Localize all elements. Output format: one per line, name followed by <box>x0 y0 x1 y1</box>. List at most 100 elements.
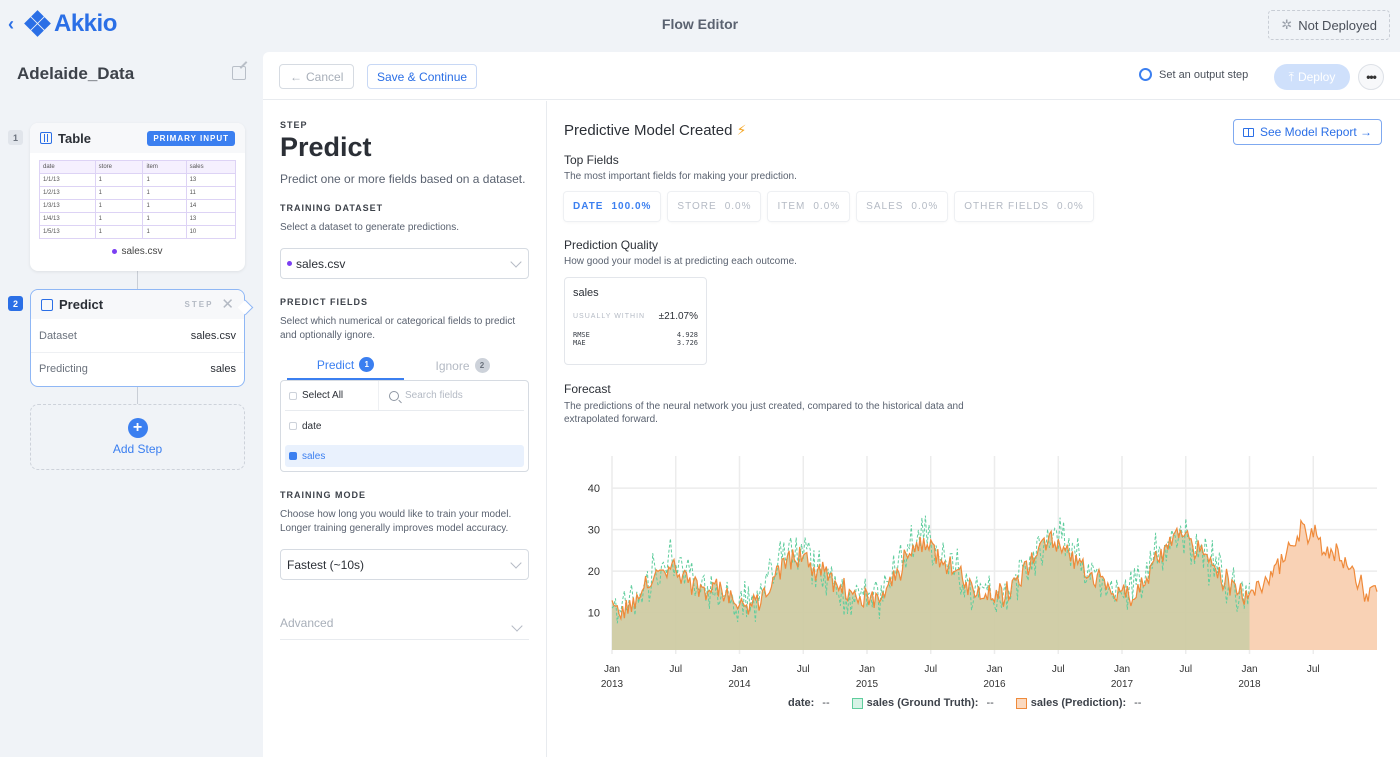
dataset-dot-icon <box>287 261 292 266</box>
legend-prediction[interactable]: sales (Prediction): -- <box>1015 697 1142 709</box>
x-tick-year: 2015 <box>856 679 879 690</box>
table-row: 1/1/13 1 1 13 <box>39 173 237 187</box>
top-fields-heading: Top Fields <box>564 153 619 167</box>
chip-field-value: 0.0% <box>724 201 752 212</box>
table-icon <box>40 132 52 144</box>
training-dataset-hint: Select a dataset to generate predictions… <box>280 222 460 233</box>
close-icon[interactable]: ✕ <box>221 297 234 312</box>
forecast-area <box>1249 520 1377 650</box>
legend-ground-truth[interactable]: sales (Ground Truth): -- <box>851 697 994 709</box>
forecast-chart[interactable]: 10 20 30 40 Jan 2013 Jul Jan 2014 Jul Jan 2015 Jul Ja… <box>564 446 1394 756</box>
primary-input-badge: PRIMARY INPUT <box>147 130 235 146</box>
chip-field-name: STORE <box>677 201 717 212</box>
table-cell: 1 <box>94 225 144 239</box>
x-tick-label: Jul <box>669 664 682 675</box>
search-icon <box>389 390 399 401</box>
metric-value: 3.726 <box>676 339 698 347</box>
x-tick-year: 2016 <box>983 679 1006 690</box>
legend-value: -- <box>1134 697 1142 709</box>
table-cell: 1/3/13 <box>39 199 96 213</box>
legend-value: -- <box>822 697 830 709</box>
table-row: 1/5/13 1 1 10 <box>39 225 237 239</box>
y-tick-label: 30 <box>588 525 600 537</box>
add-step-button[interactable]: + Add Step <box>30 404 245 470</box>
step-number: 1 <box>8 130 23 145</box>
table-cell: 1 <box>94 212 144 226</box>
field-option-sales[interactable]: sales <box>285 445 524 467</box>
main-panel: ← Cancel Save & Continue Set an output s… <box>263 52 1400 757</box>
x-tick-label: Jul <box>1052 664 1065 675</box>
save-continue-button[interactable]: Save & Continue <box>367 64 478 89</box>
training-dataset-select[interactable]: sales.csv <box>280 248 529 279</box>
checkbox-icon <box>289 391 297 400</box>
radio-ring-icon <box>1139 68 1152 81</box>
chevron-down-icon <box>510 255 522 268</box>
chip-field-name: OTHER FIELDS <box>964 201 1050 212</box>
quality-field-name: sales <box>573 287 599 299</box>
tab-label: Predict <box>316 357 355 372</box>
select-all-label: Select All <box>302 390 344 401</box>
tab-ignore[interactable]: Ignore 2 <box>404 357 521 380</box>
count-badge: 2 <box>474 358 490 373</box>
legend-date: date: -- <box>788 697 830 709</box>
select-all-checkbox[interactable]: Select All <box>285 381 379 410</box>
advanced-toggle[interactable]: Advanced <box>280 616 529 640</box>
table-cell: 13 <box>185 212 237 226</box>
edit-icon[interactable] <box>232 66 246 80</box>
x-tick-label: Jan <box>1114 664 1130 675</box>
step-tag: STEP <box>184 300 214 309</box>
x-tick-label: Jul <box>797 664 810 675</box>
predict-fields-hint: Select which numerical or categorical fi… <box>280 316 516 341</box>
table-cell: 13 <box>185 173 237 187</box>
step-card-predict[interactable]: Predict STEP ✕ Dataset sales.csv Predict… <box>30 289 245 387</box>
legend-label: date: <box>788 697 815 709</box>
table-cell: 1/2/13 <box>39 186 96 200</box>
x-tick-label: Jan <box>1241 664 1257 675</box>
forecast-chart-svg[interactable]: 10 20 30 40 Jan 2013 Jul Jan 2014 Jul Jan 2015 Jul Ja… <box>564 446 1394 696</box>
forecast-heading: Forecast <box>564 382 611 396</box>
cancel-button[interactable]: ← Cancel <box>279 64 355 89</box>
chip-field-name: SALES <box>866 201 904 212</box>
table-cell: 14 <box>185 199 237 213</box>
column-header: store <box>94 160 144 174</box>
selected-training-mode: Fastest (~10s) <box>287 557 365 572</box>
top-field-chip: ITEM 0.0% <box>768 192 850 221</box>
step-heading: Predict <box>280 132 372 162</box>
predict-ignore-tabs: Predict 1 Ignore 2 <box>280 357 529 380</box>
legend-label: sales (Ground Truth): <box>866 697 979 709</box>
selected-dataset: sales.csv <box>296 256 346 271</box>
book-icon <box>1243 127 1254 137</box>
metric-row: RMSE 4.928 <box>573 331 698 339</box>
deploy-button[interactable]: ⤒ Deploy <box>1274 64 1350 90</box>
y-tick-label: 20 <box>588 566 600 578</box>
see-model-report-button[interactable]: See Model Report → <box>1233 119 1383 145</box>
chevron-down-icon <box>511 620 523 632</box>
metric-name: MAE <box>573 339 586 347</box>
search-fields-input[interactable]: Search fields <box>379 381 463 410</box>
x-tick-label: Jan <box>986 664 1002 675</box>
chart-legend: date: -- sales (Ground Truth): -- sales … <box>788 697 1141 709</box>
lightning-icon: ⚡ <box>736 122 747 138</box>
field-value: sales.csv <box>190 329 236 342</box>
legend-swatch-ground-truth <box>851 697 863 709</box>
table-cell: 1 <box>142 173 187 187</box>
project-name: Adelaide_Data <box>17 64 135 83</box>
step-card-table[interactable]: Table PRIMARY INPUT date store item sale… <box>30 123 245 271</box>
table-cell: 1 <box>94 199 144 213</box>
dataset-dot-icon <box>112 248 118 254</box>
set-output-step[interactable]: Set an output step <box>1139 68 1248 81</box>
tab-predict[interactable]: Predict 1 <box>287 357 404 380</box>
training-mode-heading: TRAINING MODE <box>280 490 366 500</box>
x-tick-year: 2013 <box>601 679 624 690</box>
y-tick-label: 10 <box>588 608 600 620</box>
table-cell: 1/4/13 <box>39 212 96 226</box>
x-tick-year: 2014 <box>728 679 751 690</box>
field-option-date[interactable]: date <box>285 411 524 441</box>
training-mode-select[interactable]: Fastest (~10s) <box>280 549 529 580</box>
x-tick-label: Jul <box>924 664 937 675</box>
table-row: 1/3/13 1 1 14 <box>39 199 237 213</box>
more-options-button[interactable]: ••• <box>1358 64 1384 90</box>
step-config-form: STEP Predict Predict one or more fields … <box>263 101 547 757</box>
step-number: 2 <box>8 296 23 311</box>
connector-line <box>137 387 138 404</box>
